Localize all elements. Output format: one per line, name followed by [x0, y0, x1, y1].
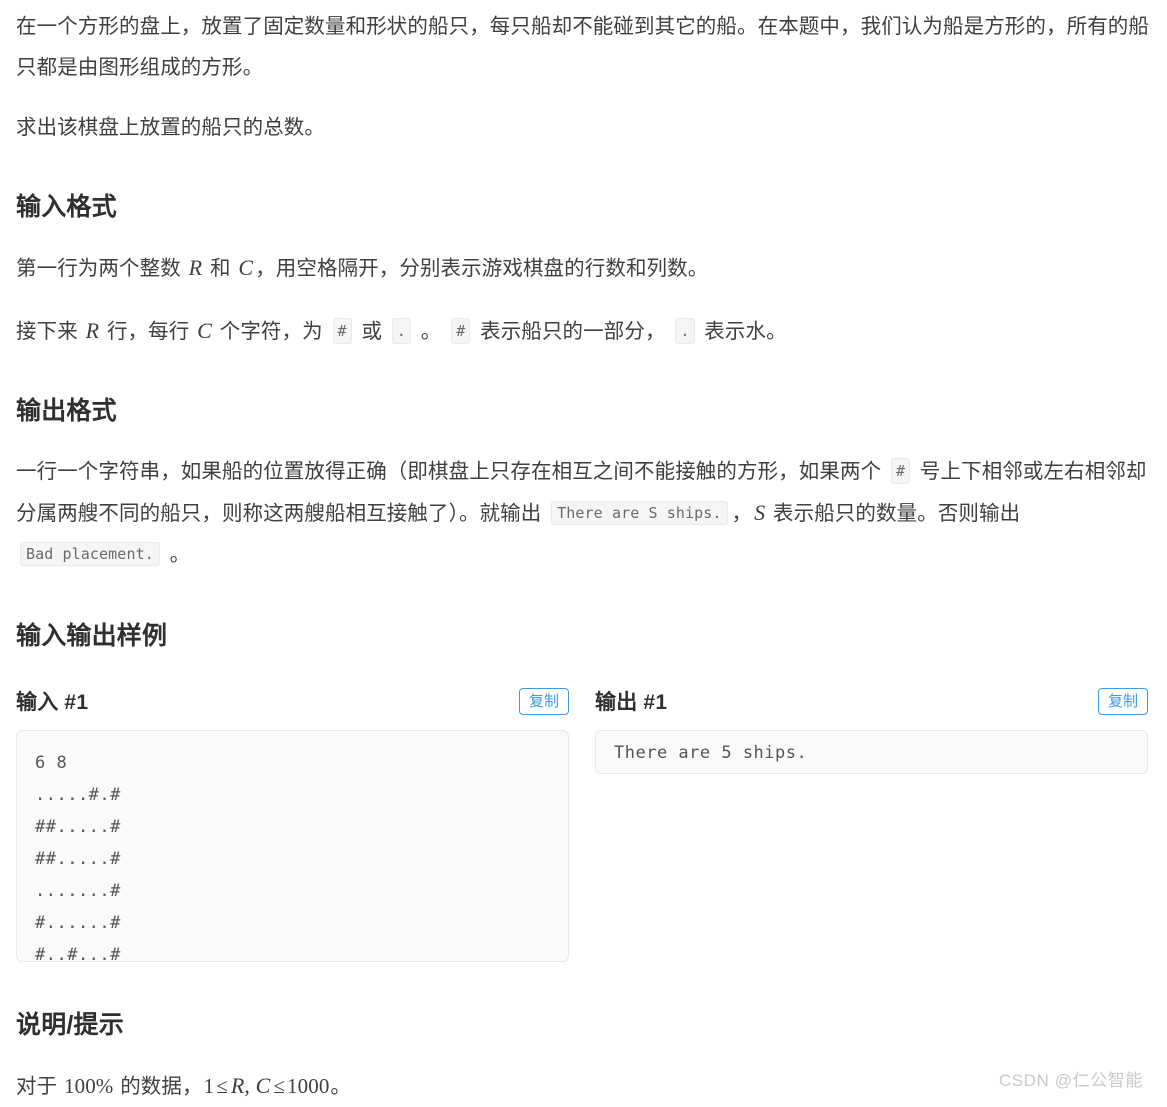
sample-input-panel: 输入 #1 复制 6 8 .....#.# ##.....# ##.....# …: [16, 683, 569, 962]
text-fragment: 第一行为两个整数: [16, 257, 187, 280]
inline-code-there-are-s-ships: There are S ships.: [551, 501, 728, 525]
text-fragment: 接下来: [16, 320, 84, 343]
hint-line: 对于 100% 的数据，1≤ R, C ≤1000。: [16, 1065, 1151, 1107]
math-variable-c: C: [238, 255, 254, 280]
text-fragment: 个字符，为: [213, 320, 329, 343]
input-format-line-1: 第一行为两个整数 R 和 C，用空格隔开，分别表示游戏棋盘的行数和列数。: [16, 247, 1151, 289]
samples-container: 输入 #1 复制 6 8 .....#.# ##.....# ##.....# …: [16, 683, 1151, 962]
inline-code-hash: #: [332, 318, 352, 344]
text-fragment: 表示船只的一部分，: [474, 320, 672, 343]
text-fragment: 表示水。: [698, 320, 787, 343]
copy-output-button[interactable]: 复制: [1097, 687, 1148, 715]
text-fragment: 和: [204, 257, 237, 280]
text-fragment: 的数据，: [114, 1075, 203, 1098]
inline-code-dot: .: [391, 318, 412, 344]
math-variable-r: R: [188, 255, 203, 280]
sample-input-code[interactable]: 6 8 .....#.# ##.....# ##.....# .......# …: [16, 730, 569, 962]
inline-code-dot: .: [675, 318, 695, 344]
samples-section: 输入输出样例: [0, 619, 1167, 653]
samples-heading: 输入输出样例: [16, 622, 168, 650]
sample-output-code[interactable]: There are 5 ships.: [595, 730, 1148, 774]
math-leq-icon: ≤: [273, 1074, 286, 1098]
math-leq-icon: ≤: [216, 1074, 228, 1098]
text-fragment: 。: [415, 320, 448, 343]
text-fragment: 对于: [16, 1075, 63, 1098]
sample-input-header: 输入 #1 复制: [16, 683, 569, 719]
text-fragment: 一行一个字符串，如果船的位置放得正确（即棋盘上只存在相互之间不能接触的方形，如果…: [16, 460, 887, 483]
text-fragment: 。: [330, 1075, 352, 1098]
problem-statement-page: 在一个方形的盘上，放置了固定数量和形状的船只，每只船却不能碰到其它的船。在本题中…: [0, 0, 1167, 1107]
math-thousand: 1000: [287, 1074, 330, 1098]
sample-output-panel: 输出 #1 复制 There are 5 ships.: [595, 683, 1148, 962]
copy-input-button[interactable]: 复制: [518, 687, 569, 715]
inline-code-hash: #: [891, 458, 911, 484]
sample-input-title: 输入 #1: [16, 691, 89, 714]
input-format-heading: 输入格式: [16, 193, 117, 221]
input-format-line-2: 接下来 R 行，每行 C 个字符，为 # 或 . 。 # 表示船只的一部分， .…: [16, 310, 1151, 352]
hint-heading: 说明/提示: [16, 1011, 124, 1039]
intro-paragraph-2: 求出该棋盘上放置的船只的总数。: [16, 116, 325, 139]
text-fragment: 。: [163, 543, 191, 566]
math-variable-c: C: [197, 318, 212, 343]
math-variables-rc: R, C: [230, 1073, 271, 1098]
text-fragment: ，: [731, 502, 753, 525]
math-one: 1: [203, 1074, 215, 1098]
output-format-heading: 输出格式: [16, 397, 117, 425]
text-fragment: 表示船只的数量。否则输出: [767, 502, 1021, 525]
sample-output-title: 输出 #1: [595, 691, 668, 714]
output-format-line: 一行一个字符串，如果船的位置放得正确（即棋盘上只存在相互之间不能接触的方形，如果…: [16, 451, 1151, 575]
text-fragment: ，用空格隔开，分别表示游戏棋盘的行数和列数。: [255, 257, 709, 280]
inline-code-bad-placement: Bad placement.: [20, 542, 160, 566]
sample-output-header: 输出 #1 复制: [595, 683, 1148, 719]
math-percent-100: 100%: [64, 1074, 114, 1098]
output-format-section: 输出格式 一行一个字符串，如果船的位置放得正确（即棋盘上只存在相互之间不能接触的…: [0, 394, 1167, 575]
text-fragment: 或: [355, 320, 388, 343]
intro-paragraph-1: 在一个方形的盘上，放置了固定数量和形状的船只，每只船却不能碰到其它的船。在本题中…: [16, 15, 1149, 79]
csdn-watermark: CSDN @仁公智能: [998, 1071, 1143, 1090]
math-variable-r: R: [85, 318, 100, 343]
text-fragment: 行，每行: [101, 320, 196, 343]
input-format-section: 输入格式 第一行为两个整数 R 和 C，用空格隔开，分别表示游戏棋盘的行数和列数…: [0, 190, 1167, 352]
inline-code-hash: #: [451, 318, 471, 344]
intro-section: 在一个方形的盘上，放置了固定数量和形状的船只，每只船却不能碰到其它的船。在本题中…: [0, 0, 1167, 148]
hint-section: 说明/提示 对于 100% 的数据，1≤ R, C ≤1000。: [0, 1008, 1167, 1107]
math-variable-s: S: [754, 500, 766, 525]
